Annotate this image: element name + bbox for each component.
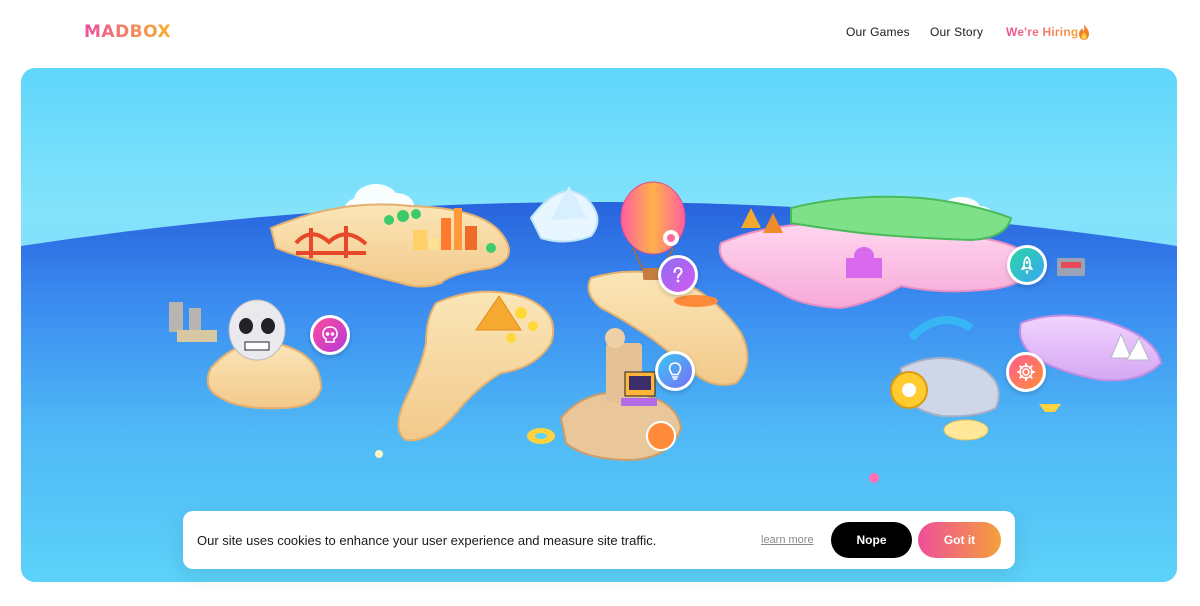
- lightbulb-badge[interactable]: [655, 351, 695, 391]
- nav-were-hiring[interactable]: We're Hiring: [1006, 25, 1078, 39]
- orange-ball: [646, 421, 676, 451]
- question-badge[interactable]: [658, 255, 698, 295]
- world-map-hero[interactable]: [21, 68, 1177, 582]
- accept-cookies-button[interactable]: Got it: [918, 522, 1001, 558]
- question-icon: [673, 266, 683, 283]
- floating-ball: [869, 473, 879, 483]
- nav-our-story[interactable]: Our Story: [930, 25, 983, 39]
- skull-badge[interactable]: [310, 315, 350, 355]
- skull-rock: [228, 299, 286, 361]
- orange-rock: [674, 295, 718, 307]
- console-device: [1057, 258, 1085, 276]
- rocket-badge[interactable]: [1007, 245, 1047, 285]
- yellow-machine: [890, 371, 928, 409]
- float-ring: [527, 428, 555, 444]
- landing-pad: [943, 419, 989, 441]
- cookie-banner: Our site uses cookies to enhance your us…: [183, 511, 1015, 569]
- world-map-illustration: [21, 181, 1177, 582]
- nav-our-games[interactable]: Our Games: [846, 25, 910, 39]
- skull-icon: [322, 326, 338, 343]
- gear-badge[interactable]: [1006, 352, 1046, 392]
- decline-cookies-button[interactable]: Nope: [831, 522, 912, 558]
- main-nav: Our Games Our Story We're Hiring: [0, 25, 1200, 41]
- floating-ball: [375, 450, 383, 458]
- rocket-icon: [1020, 255, 1034, 275]
- cookie-message: Our site uses cookies to enhance your us…: [197, 533, 657, 548]
- gear-icon: [1017, 363, 1035, 381]
- lightbulb-icon: [668, 362, 682, 380]
- site-header: MADBOX Our Games Our Story We're Hiring: [0, 0, 1200, 64]
- learn-more-link[interactable]: learn more: [761, 534, 814, 546]
- fire-icon: [1079, 24, 1089, 40]
